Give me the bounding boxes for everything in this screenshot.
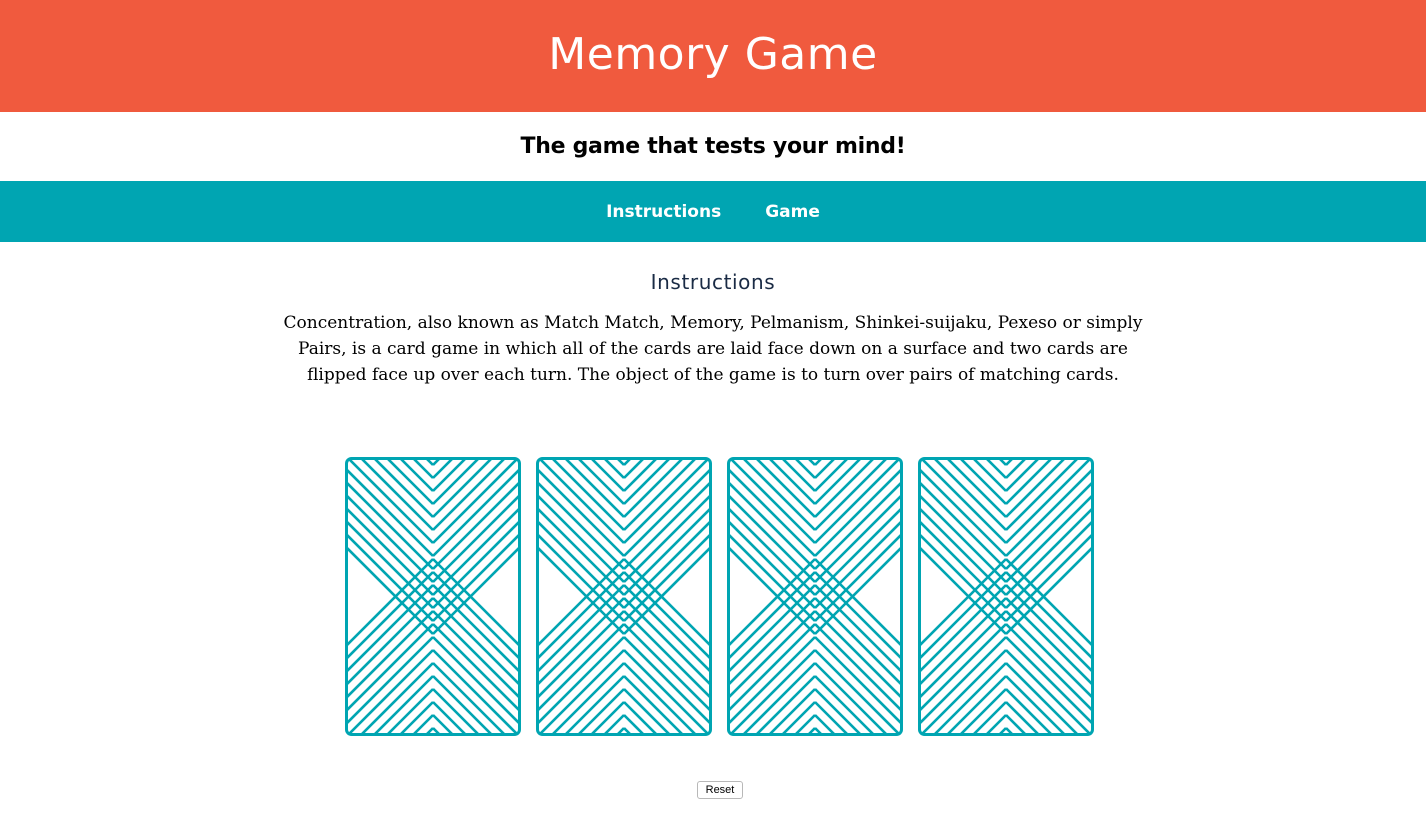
main-nav: Instructions Game bbox=[0, 181, 1426, 242]
site-header: Memory Game bbox=[0, 0, 1426, 112]
page-title: Memory Game bbox=[548, 28, 878, 80]
card-back-icon bbox=[727, 457, 903, 736]
card-back-icon bbox=[918, 457, 1094, 736]
instructions-heading: Instructions bbox=[650, 270, 776, 294]
nav-link-game[interactable]: Game bbox=[765, 202, 820, 222]
card-back-icon bbox=[536, 457, 712, 736]
reset-button[interactable]: Reset bbox=[697, 781, 743, 799]
memory-card[interactable] bbox=[918, 457, 1094, 736]
card-grid bbox=[345, 457, 1095, 737]
memory-card[interactable] bbox=[727, 457, 903, 736]
tagline-bar: The game that tests your mind! bbox=[0, 112, 1426, 181]
card-back-pattern bbox=[918, 457, 1094, 736]
card-back-pattern bbox=[536, 457, 712, 736]
tagline-text: The game that tests your mind! bbox=[520, 134, 906, 159]
memory-card[interactable] bbox=[345, 457, 521, 736]
card-back-pattern bbox=[727, 457, 903, 736]
card-back-pattern bbox=[345, 457, 521, 736]
instructions-section: Instructions Concentration, also known a… bbox=[0, 270, 1426, 388]
card-back-icon bbox=[345, 457, 521, 736]
memory-card[interactable] bbox=[536, 457, 712, 736]
instructions-body: Concentration, also known as Match Match… bbox=[283, 313, 1143, 385]
nav-link-instructions[interactable]: Instructions bbox=[606, 202, 721, 222]
